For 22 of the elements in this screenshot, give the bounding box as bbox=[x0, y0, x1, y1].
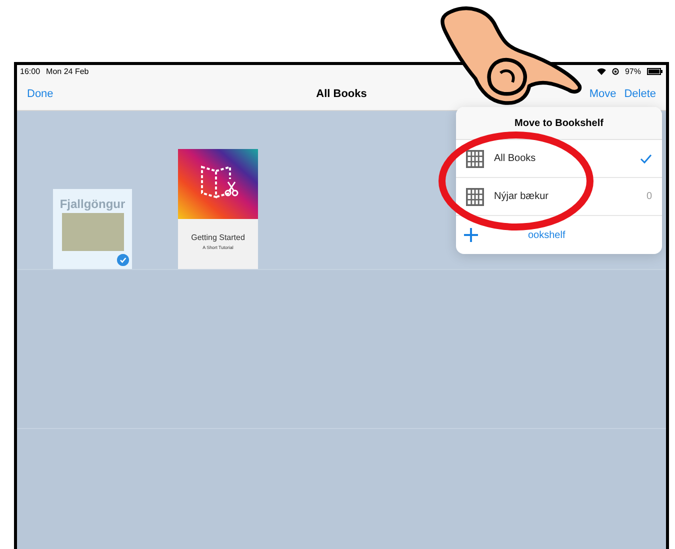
status-date: Mon 24 Feb bbox=[46, 66, 89, 76]
bookshelf-icon bbox=[466, 188, 484, 206]
bookshelf-item[interactable]: Nýjar bækur 0 bbox=[456, 178, 662, 216]
photo-placeholder bbox=[62, 213, 124, 251]
done-button[interactable]: Done bbox=[27, 88, 54, 100]
book-count: 0 bbox=[646, 191, 652, 202]
battery-percent: 97% bbox=[624, 66, 641, 76]
nav-title: All Books bbox=[316, 88, 367, 100]
orientation-lock-icon bbox=[612, 68, 619, 74]
plus-icon[interactable] bbox=[464, 228, 478, 242]
popover-title: Move to Bookshelf bbox=[456, 107, 662, 140]
toolbar-action[interactable]: Move bbox=[589, 88, 616, 100]
book-cover[interactable]: Fjallgöngur bbox=[53, 189, 132, 269]
book-title: Getting Started bbox=[191, 233, 245, 242]
book-title: Fjallgöngur bbox=[60, 197, 126, 211]
wifi-icon bbox=[596, 68, 606, 74]
status-time: 16:00 bbox=[20, 66, 40, 76]
new-bookshelf-link[interactable]: ookshelf bbox=[528, 230, 566, 240]
bookshelf-icon bbox=[466, 150, 484, 168]
battery-icon bbox=[647, 68, 663, 74]
bookshelf-item[interactable]: All Books bbox=[456, 140, 662, 178]
toolbar-action[interactable]: Delete bbox=[624, 88, 656, 100]
